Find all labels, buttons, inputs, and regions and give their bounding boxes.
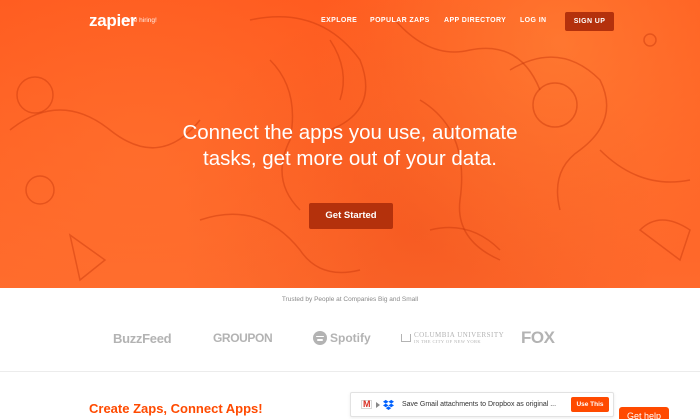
- spotify-icon: [313, 331, 327, 345]
- top-navigation: zapier we're hiring! EXPLORE POPULAR ZAP…: [0, 0, 700, 42]
- arrow-right-icon: [376, 402, 380, 408]
- spotify-wordmark: Spotify: [330, 331, 371, 345]
- section-divider: [0, 371, 700, 372]
- hero-headline-line2: tasks, get more out of your data.: [203, 147, 497, 170]
- zap-template-card[interactable]: Save Gmail attachments to Dropbox as ori…: [350, 392, 614, 417]
- nav-explore[interactable]: EXPLORE: [321, 17, 357, 24]
- hero-headline: Connect the apps you use, automate tasks…: [150, 120, 550, 172]
- nav-app-directory[interactable]: APP DIRECTORY: [444, 17, 506, 24]
- spotify-logo: Spotify: [313, 329, 371, 347]
- groupon-logo: GROUPON: [213, 331, 273, 345]
- columbia-wordmark: COLUMBIA UNIVERSITY: [414, 331, 505, 339]
- zap-description: Save Gmail attachments to Dropbox as ori…: [402, 401, 557, 408]
- use-this-button[interactable]: Use This: [571, 397, 609, 412]
- hero-headline-line1: Connect the apps you use, automate: [182, 121, 518, 144]
- company-logos: BuzzFeed GROUPON Spotify COLUMBIA UNIVER…: [0, 326, 700, 352]
- dropbox-icon: [383, 399, 394, 410]
- hiring-link[interactable]: we're hiring!: [122, 17, 157, 24]
- nav-popular-zaps[interactable]: POPULAR ZAPS: [370, 17, 430, 24]
- hero-section: zapier we're hiring! EXPLORE POPULAR ZAP…: [0, 0, 700, 288]
- crown-icon: [401, 333, 411, 342]
- sign-up-button[interactable]: SIGN UP: [565, 12, 614, 31]
- nav-log-in[interactable]: LOG IN: [520, 17, 547, 24]
- get-help-button[interactable]: Get help: [619, 407, 669, 419]
- fox-logo: FOX: [521, 328, 555, 347]
- columbia-logo: COLUMBIA UNIVERSITY IN THE CITY OF NEW Y…: [401, 331, 504, 344]
- columbia-subtitle: IN THE CITY OF NEW YORK: [414, 339, 482, 344]
- buzzfeed-logo: BuzzFeed: [113, 331, 172, 346]
- create-zaps-heading: Create Zaps, Connect Apps!: [89, 401, 263, 416]
- gmail-icon: [361, 399, 372, 409]
- get-started-button[interactable]: Get Started: [309, 203, 393, 229]
- trusted-by-text: Trusted by People at Companies Big and S…: [281, 296, 419, 303]
